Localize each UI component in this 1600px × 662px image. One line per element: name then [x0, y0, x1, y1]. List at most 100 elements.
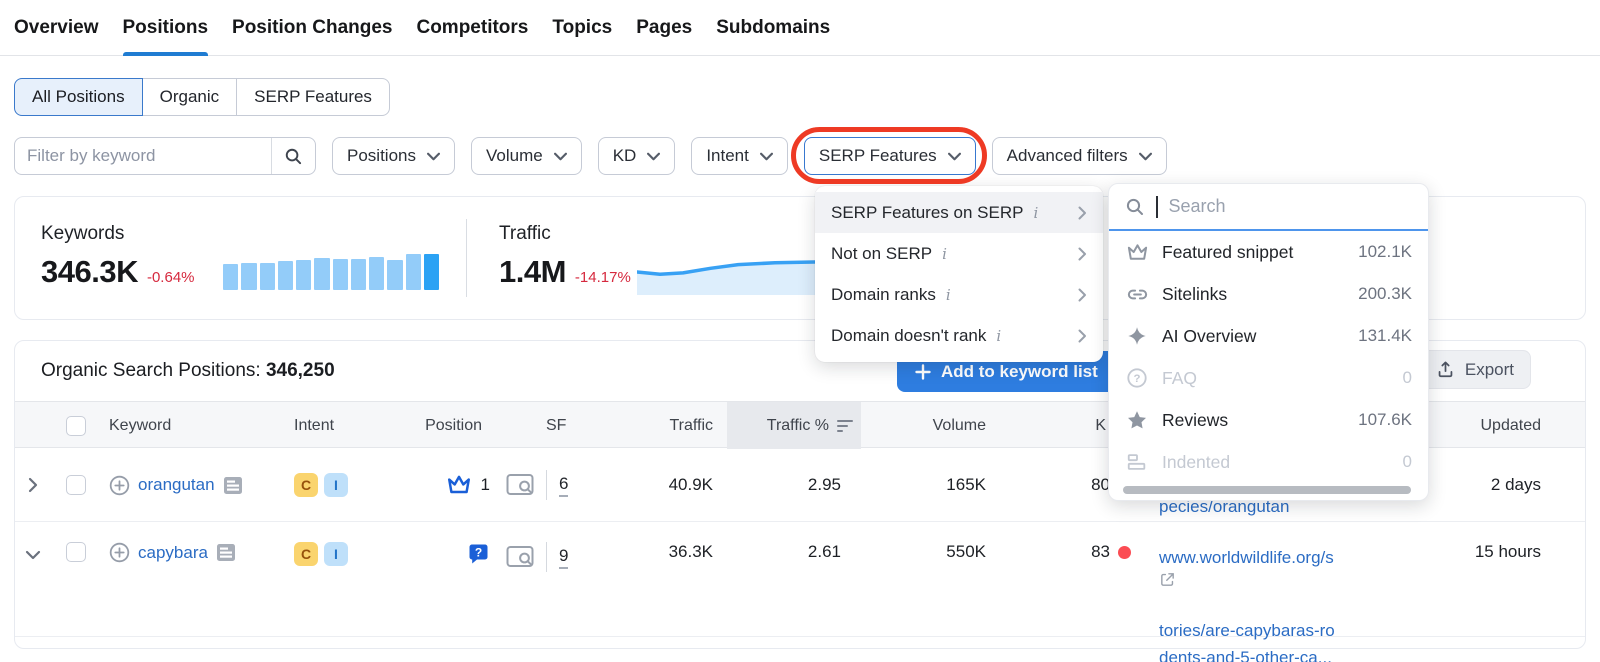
tab-subdomains[interactable]: Subdomains — [716, 0, 830, 56]
tab-overview[interactable]: Overview — [14, 0, 99, 56]
serp-preview-icon[interactable] — [506, 473, 534, 497]
tab-position-changes[interactable]: Position Changes — [232, 0, 392, 56]
chevron-right-icon — [1078, 329, 1087, 343]
keywords-value: 346.3K — [41, 254, 138, 290]
traffic-label: Traffic — [499, 223, 631, 245]
chevron-down-icon — [760, 152, 773, 161]
stats-divider — [466, 219, 467, 297]
column-header-updated[interactable]: Updated — [1411, 417, 1585, 435]
submenu-item-sitelinks[interactable]: Sitelinks 200.3K — [1109, 273, 1428, 315]
column-header-traffic[interactable]: Traffic — [601, 417, 727, 435]
traffic-pct-cell: 2.95 — [727, 475, 861, 495]
column-header-volume[interactable]: Volume — [861, 417, 1001, 435]
menu-item-serp-features-on-serp[interactable]: SERP Features on SERP — [815, 192, 1103, 233]
sf-count-link[interactable]: 9 — [559, 546, 568, 569]
info-icon — [942, 245, 947, 263]
keyword-filter-input[interactable] — [15, 146, 271, 166]
horizontal-scrollbar[interactable] — [1123, 486, 1411, 494]
menu-item-not-on-serp[interactable]: Not on SERP — [815, 233, 1103, 274]
menu-item-domain-ranks[interactable]: Domain ranks — [815, 274, 1103, 315]
sf-divider — [546, 470, 547, 500]
keywords-stat: Keywords 346.3K -0.64% — [41, 223, 195, 290]
column-header-keyword[interactable]: Keyword — [101, 417, 276, 435]
add-to-list-plus-icon[interactable] — [109, 542, 130, 563]
chevron-right-icon — [28, 477, 38, 493]
updated-cell: 2 days — [1411, 475, 1585, 495]
chevron-down-icon — [1139, 152, 1152, 161]
keyword-cell: orangutan — [101, 475, 276, 496]
menu-item-domain-doesnt-rank[interactable]: Domain doesn't rank — [815, 315, 1103, 356]
traffic-value: 1.4M — [499, 254, 566, 290]
row-checkbox[interactable] — [66, 475, 86, 495]
submenu-item-ai-overview[interactable]: AI Overview 131.4K — [1109, 315, 1428, 357]
volume-filter-button[interactable]: Volume — [471, 137, 582, 175]
chevron-down-icon — [647, 152, 660, 161]
column-header-traffic-pct[interactable]: Traffic % — [727, 402, 861, 449]
submenu-item-indented: Indented 0 — [1109, 441, 1428, 483]
view-organic-button[interactable]: Organic — [142, 78, 238, 116]
advanced-filters-button[interactable]: Advanced filters — [992, 137, 1167, 175]
keyword-link[interactable]: capybara — [138, 543, 208, 563]
search-icon — [1125, 197, 1145, 217]
position-value: 1 — [481, 475, 490, 495]
submenu-item-faq: ? FAQ 0 — [1109, 357, 1428, 399]
search-icon — [284, 147, 303, 166]
positions-page: Overview Positions Position Changes Comp… — [0, 0, 1600, 662]
intent-filter-button[interactable]: Intent — [691, 137, 788, 175]
column-header-sf[interactable]: SF — [496, 417, 601, 435]
svg-text:?: ? — [475, 546, 482, 560]
positions-filter-button[interactable]: Positions — [332, 137, 455, 175]
table-row: capybara C I ? 9 36.3K 2.61 550K 83 — [15, 522, 1585, 637]
serp-snapshot-icon[interactable] — [216, 543, 236, 562]
intent-badge-informational: I — [324, 542, 348, 566]
tab-topics[interactable]: Topics — [552, 0, 612, 56]
ai-overview-sparkle-icon — [1125, 325, 1149, 347]
collapse-row-button[interactable] — [15, 522, 51, 560]
tab-positions[interactable]: Positions — [123, 0, 209, 56]
table-count: 346,250 — [266, 360, 335, 381]
export-button[interactable]: Export — [1419, 350, 1531, 389]
serp-features-filter-button[interactable]: SERP Features — [804, 137, 976, 175]
tab-pages[interactable]: Pages — [636, 0, 692, 56]
info-icon — [1033, 204, 1038, 222]
traffic-cell: 40.9K — [601, 475, 727, 495]
keywords-trend-chart — [223, 254, 439, 290]
column-header-intent[interactable]: Intent — [276, 417, 411, 435]
external-link-icon[interactable] — [1159, 571, 1411, 588]
sf-divider — [546, 542, 547, 572]
submenu-search-field[interactable]: Search — [1109, 184, 1428, 231]
submenu-item-featured-snippet[interactable]: Featured snippet 102.1K — [1109, 231, 1428, 273]
serp-features-flyout: Search Featured snippet 102.1K Sitelinks… — [1108, 183, 1429, 501]
kd-filter-button[interactable]: KD — [598, 137, 676, 175]
kd-value: 83 — [1091, 542, 1110, 562]
export-upload-icon — [1436, 360, 1455, 379]
text-cursor — [1156, 196, 1158, 218]
serp-preview-icon[interactable] — [506, 545, 534, 569]
view-all-positions-button[interactable]: All Positions — [14, 78, 143, 116]
url-cell: www.worldwildlife.org/stories/are-capyba… — [1141, 522, 1411, 662]
indented-icon — [1125, 451, 1149, 473]
serp-snapshot-icon[interactable] — [223, 476, 243, 495]
view-serp-features-button[interactable]: SERP Features — [236, 78, 390, 116]
tab-competitors[interactable]: Competitors — [416, 0, 528, 56]
sitelinks-link-icon — [1125, 283, 1149, 306]
chevron-down-icon — [554, 152, 567, 161]
keyword-filter-search-button[interactable] — [271, 138, 315, 174]
info-icon — [996, 327, 1001, 345]
add-to-list-plus-icon[interactable] — [109, 475, 130, 496]
traffic-stat: Traffic 1.4M -14.17% — [499, 223, 631, 290]
sf-count-link[interactable]: 6 — [559, 474, 568, 497]
kd-difficulty-dot — [1118, 546, 1131, 559]
url-link[interactable]: www.worldwildlife.org/stories/are-capyba… — [1159, 548, 1411, 662]
submenu-item-reviews[interactable]: Reviews 107.6K — [1109, 399, 1428, 441]
select-all-checkbox[interactable] — [66, 416, 86, 436]
table-title: Organic Search Positions: 346,250 — [41, 360, 335, 382]
keyword-link[interactable]: orangutan — [138, 475, 215, 495]
expand-row-button[interactable] — [15, 477, 51, 493]
row-checkbox[interactable] — [66, 542, 86, 562]
volume-cell: 550K — [861, 522, 1001, 562]
sf-cell: 9 — [496, 522, 601, 572]
keywords-label: Keywords — [41, 223, 195, 245]
keyword-filter-field — [14, 137, 316, 175]
column-header-position[interactable]: Position — [411, 417, 496, 435]
